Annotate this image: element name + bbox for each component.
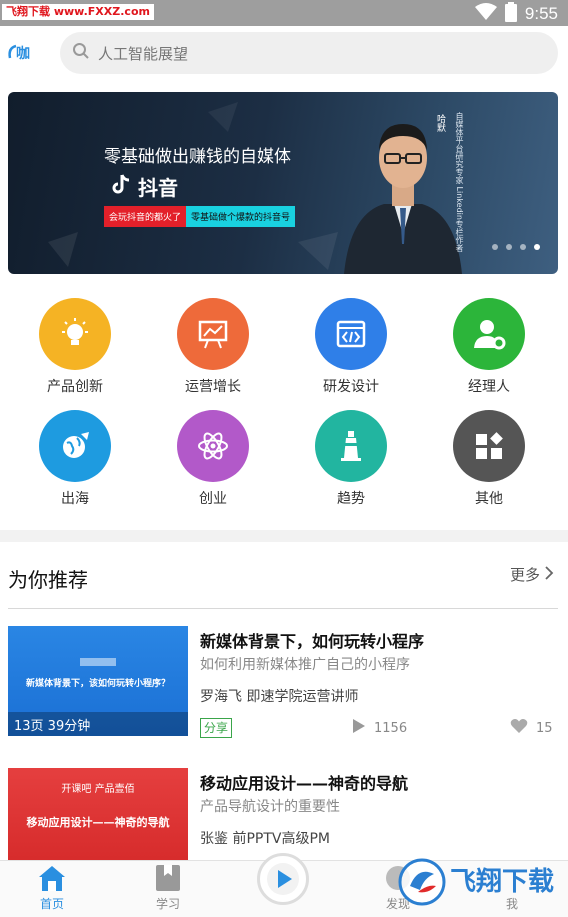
- speaker-name: 哈默: [435, 114, 445, 132]
- section-line: [8, 608, 558, 609]
- category-label: 产品创新: [47, 379, 103, 395]
- thumb-brand: 开课吧 产品壹佰: [61, 784, 135, 795]
- battery-icon: [504, 2, 517, 26]
- course-title: 新媒体背景下，如何玩转小程序: [200, 632, 425, 651]
- like-count-value: 15: [536, 720, 553, 736]
- category-ops-growth[interactable]: 运营增长: [153, 298, 273, 396]
- nav-home[interactable]: 首页: [12, 861, 92, 912]
- banner-title: 零基础做出赚钱的自媒体: [104, 147, 291, 167]
- apps-icon: [453, 410, 525, 482]
- clock: 9:55: [524, 4, 558, 23]
- nav-learn-label: 学习: [155, 897, 180, 911]
- chevron-right-icon: [544, 565, 554, 584]
- nav-home-label: 首页: [39, 897, 64, 911]
- banner-tag-red: 会玩抖音的都火了: [104, 206, 187, 227]
- search-icon: [72, 42, 90, 64]
- thumb-title: 移动应用设计——神奇的导航: [26, 816, 170, 829]
- course-author: 罗海飞 即速学院运营讲师: [200, 689, 359, 705]
- play-button[interactable]: [257, 853, 309, 905]
- nav-learn[interactable]: 学习: [128, 861, 208, 912]
- atom-icon: [177, 410, 249, 482]
- header: 咖 人工智能展望: [0, 26, 568, 82]
- category-label: 出海: [61, 491, 89, 507]
- section-divider: [0, 530, 568, 542]
- banner-brand-text: 抖音: [138, 176, 178, 200]
- banner-dot[interactable]: [520, 244, 526, 250]
- thumb-meta: 13页 39分钟: [8, 712, 188, 736]
- like-count[interactable]: 15: [510, 718, 553, 738]
- lightbulb-icon: [39, 298, 111, 370]
- category-product-innovation[interactable]: 产品创新: [15, 298, 135, 396]
- category-label: 其他: [475, 491, 503, 507]
- banner-decor-icon: [48, 102, 338, 270]
- watermark-logo: 飞翔下载: [398, 856, 568, 906]
- category-label: 经理人: [468, 379, 510, 395]
- banner-dot[interactable]: [506, 244, 512, 250]
- banner-dot-active[interactable]: [534, 244, 540, 250]
- banner-brand: 抖音: [112, 172, 178, 201]
- lighthouse-icon: [315, 410, 387, 482]
- app-logo[interactable]: 咖: [6, 38, 44, 66]
- search-bar[interactable]: 人工智能展望: [60, 32, 558, 74]
- banner-dot[interactable]: [492, 244, 498, 250]
- thumb-logo: [80, 658, 116, 666]
- share-tag: 分享: [200, 718, 233, 738]
- chart-board-icon: [177, 298, 249, 370]
- more-link[interactable]: 更多: [510, 564, 554, 585]
- code-window-icon: [315, 298, 387, 370]
- watermark-text: 飞翔下载 www.FXXZ.com: [2, 4, 154, 20]
- play-circle-icon: [267, 863, 299, 895]
- category-trends[interactable]: 趋势: [291, 410, 411, 508]
- course-subtitle: 产品导航设计的重要性: [200, 799, 340, 815]
- bookmark-icon: [128, 861, 208, 895]
- course-author: 张鉴 前PPTV高级PM: [200, 831, 330, 847]
- logo-text: 咖: [16, 45, 30, 62]
- watermark-text: 飞翔下载: [450, 867, 554, 897]
- course-card[interactable]: 新媒体背景下，该如何玩转小程序？ 13页 39分钟 新媒体背景下，如何玩转小程序…: [8, 626, 560, 750]
- play-count-value: 1156: [374, 720, 408, 736]
- banner-pagination[interactable]: [492, 244, 540, 250]
- category-rd-design[interactable]: 研发设计: [291, 298, 411, 396]
- play-count: 1156: [352, 718, 407, 738]
- speaker-title: 自媒体平台研究专家 Linkedin专栏作者: [455, 112, 464, 252]
- heart-icon[interactable]: [510, 718, 528, 738]
- thumb-title: 新媒体背景下，该如何玩转小程序？: [25, 679, 170, 689]
- course-subtitle: 如何利用新媒体推广自己的小程序: [200, 657, 410, 673]
- section-title: 为你推荐: [8, 568, 88, 592]
- category-manager[interactable]: 经理人: [429, 298, 549, 396]
- more-label: 更多: [509, 566, 540, 584]
- category-label: 研发设计: [323, 379, 379, 395]
- category-startup[interactable]: 创业: [153, 410, 273, 508]
- play-icon: [352, 718, 366, 738]
- category-label: 运营增长: [185, 379, 241, 395]
- banner-tag-cyan: 零基础做个爆款的抖音号: [186, 206, 296, 227]
- category-overseas[interactable]: 出海: [15, 410, 135, 508]
- globe-plane-icon: [39, 410, 111, 482]
- wifi-icon: [474, 3, 497, 25]
- promo-banner[interactable]: 零基础做出赚钱的自媒体 抖音 会玩抖音的都火了 零基础做个爆款的抖音号 哈默 自…: [8, 92, 558, 274]
- course-title: 移动应用设计——神奇的导航: [200, 774, 409, 793]
- category-others[interactable]: 其他: [429, 410, 549, 508]
- category-label: 趋势: [337, 491, 365, 507]
- manager-icon: [453, 298, 525, 370]
- category-label: 创业: [199, 491, 227, 507]
- tiktok-icon: [112, 173, 132, 200]
- watermark-icon: 飞翔下载: [398, 858, 554, 906]
- course-thumbnail[interactable]: 新媒体背景下，该如何玩转小程序？ 13页 39分钟: [8, 626, 188, 736]
- status-bar: 飞翔下载 www.FXXZ.com 9:55: [0, 0, 568, 26]
- search-placeholder: 人工智能展望: [98, 44, 189, 63]
- home-icon: [12, 861, 92, 895]
